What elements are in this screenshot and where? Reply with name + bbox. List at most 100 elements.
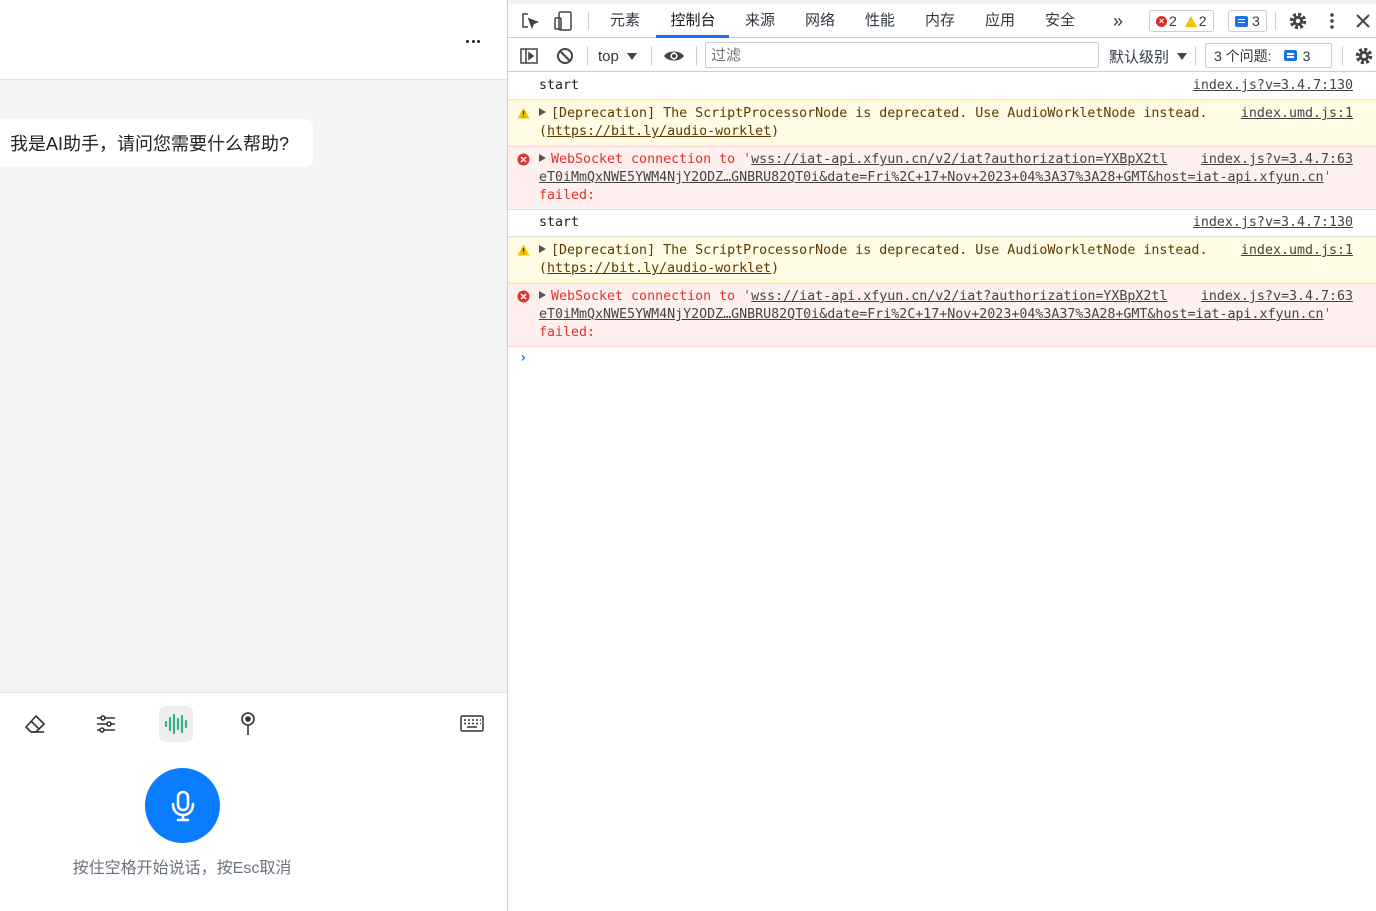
assistant-message-bubble: 我是AI助手，请问您需要什么帮助? xyxy=(0,119,314,167)
more-tabs-icon[interactable]: » xyxy=(1106,4,1130,38)
log-failed-text: failed: xyxy=(539,188,596,203)
tab-application[interactable]: 应用 xyxy=(980,4,1020,38)
log-source-link[interactable]: index.js?v=3.4.7:130 xyxy=(1187,214,1353,232)
tab-console[interactable]: 控制台 xyxy=(665,4,721,38)
console-output: start index.js?v=3.4.7:130 [Deprecation]… xyxy=(508,73,1376,371)
log-inline-link[interactable]: https://bit.ly/audio-worklet xyxy=(547,261,771,276)
chat-app: 我是AI助手，请问您需要什么帮助? 按住空格开始说话，按Esc取消 xyxy=(0,0,507,911)
tab-memory[interactable]: 内存 xyxy=(920,4,960,38)
expand-triangle-icon[interactable] xyxy=(539,245,546,253)
expand-triangle-icon[interactable] xyxy=(539,108,546,116)
websocket-url-link-cont[interactable]: eT0iMmQxNWE5YWM4NjY2ODZ…GNBRU82QT0i&date… xyxy=(539,307,1324,322)
log-source-link[interactable]: index.umd.js:1 xyxy=(1234,242,1353,260)
device-toolbar-icon[interactable] xyxy=(551,9,575,33)
toolbar-separator xyxy=(587,46,588,66)
log-level-value: 默认级别 xyxy=(1109,48,1170,66)
log-inline-link[interactable]: https://bit.ly/audio-worklet xyxy=(547,124,771,139)
error-warning-counter[interactable]: × 2 2 xyxy=(1149,10,1214,32)
inspect-element-icon[interactable] xyxy=(518,9,542,33)
devtools-tab-bar: 元素 控制台 来源 网络 性能 内存 应用 安全 » × 2 2 3 xyxy=(508,4,1376,38)
log-message: start xyxy=(539,215,580,230)
voice-wave-icon[interactable] xyxy=(159,706,193,742)
console-toolbar: top 默认级别 3 个问题: 3 xyxy=(508,39,1376,72)
customize-menu-icon[interactable] xyxy=(1322,9,1342,33)
log-message: [Deprecation] The ScriptProcessorNode is… xyxy=(551,106,1208,121)
tab-sources[interactable]: 来源 xyxy=(740,4,780,38)
context-selector[interactable]: top xyxy=(598,45,637,67)
close-devtools-icon[interactable] xyxy=(1351,9,1375,33)
log-failed-text: failed: xyxy=(539,325,596,340)
websocket-url-link[interactable]: wss://iat-api.xfyun.cn/v2/iat?authorizat… xyxy=(751,152,1167,167)
tab-security[interactable]: 安全 xyxy=(1040,4,1080,38)
keyboard-icon[interactable] xyxy=(455,706,489,742)
chat-header xyxy=(0,0,507,80)
console-prompt[interactable]: › xyxy=(508,347,1376,371)
tab-elements[interactable]: 元素 xyxy=(605,4,645,38)
chat-footer: 按住空格开始说话，按Esc取消 xyxy=(0,692,507,911)
settings-gear-icon[interactable] xyxy=(1286,9,1310,33)
log-message: start xyxy=(539,78,580,93)
expand-triangle-icon[interactable] xyxy=(539,154,546,162)
error-icon: × xyxy=(1156,15,1167,27)
log-message: [Deprecation] The ScriptProcessorNode is… xyxy=(551,243,1208,258)
issues-button[interactable]: 3 个问题: 3 xyxy=(1205,43,1332,68)
error-icon xyxy=(517,153,530,166)
tab-performance[interactable]: 性能 xyxy=(860,4,900,38)
message-counter[interactable]: 3 xyxy=(1228,10,1267,32)
warning-icon xyxy=(517,244,530,256)
log-source-link[interactable]: index.js?v=3.4.7:63 xyxy=(1194,288,1353,306)
expand-triangle-icon[interactable] xyxy=(539,291,546,299)
log-message-suffix: ' xyxy=(1323,307,1332,322)
eraser-icon[interactable] xyxy=(18,706,52,742)
message-icon xyxy=(1235,15,1248,27)
context-value: top xyxy=(598,47,619,65)
sliders-icon[interactable] xyxy=(89,706,123,742)
voice-hint-text: 按住空格开始说话，按Esc取消 xyxy=(72,860,292,877)
sidebar-toggle-icon[interactable] xyxy=(517,44,541,68)
live-expression-eye-icon[interactable] xyxy=(660,44,688,68)
toolbar-separator xyxy=(1195,46,1196,66)
warning-icon xyxy=(517,107,530,119)
issues-message-icon xyxy=(1283,50,1297,61)
log-row-warning: [Deprecation] The ScriptProcessorNode is… xyxy=(508,100,1376,146)
toolbar-separator xyxy=(651,46,652,66)
log-row-info: start index.js?v=3.4.7:130 xyxy=(508,210,1376,237)
microphone-icon xyxy=(171,790,194,821)
console-settings-gear-icon[interactable] xyxy=(1352,44,1376,68)
error-count: 2 xyxy=(1169,13,1177,29)
pin-icon[interactable] xyxy=(231,706,265,742)
error-icon xyxy=(517,290,530,303)
log-source-link[interactable]: index.js?v=3.4.7:130 xyxy=(1187,77,1353,95)
tab-network[interactable]: 网络 xyxy=(800,4,840,38)
active-tab-indicator xyxy=(656,35,729,38)
devtools-panel: 元素 控制台 来源 网络 性能 内存 应用 安全 » × 2 2 3 top 过… xyxy=(507,0,1376,911)
log-message-suffix: ' xyxy=(1323,170,1332,185)
prompt-chevron-icon: › xyxy=(519,350,528,366)
log-message-prefix: WebSocket connection to ' xyxy=(551,152,752,167)
log-row-info: start index.js?v=3.4.7:130 xyxy=(508,73,1376,100)
websocket-url-link-cont[interactable]: eT0iMmQxNWE5YWM4NjY2ODZ…GNBRU82QT0i&date… xyxy=(539,170,1324,185)
message-count: 3 xyxy=(1252,13,1260,29)
issues-label: 3 个问题: xyxy=(1214,47,1272,64)
chevron-down-icon xyxy=(626,52,637,60)
log-row-error: WebSocket connection to 'wss://iat-api.x… xyxy=(508,146,1376,210)
tab-separator xyxy=(1275,12,1276,30)
log-row-warning: [Deprecation] The ScriptProcessorNode is… xyxy=(508,237,1376,283)
chevron-down-icon xyxy=(1177,52,1188,60)
console-filter-input[interactable] xyxy=(705,42,1099,68)
log-source-link[interactable]: index.js?v=3.4.7:63 xyxy=(1194,151,1353,169)
log-row-error: WebSocket connection to 'wss://iat-api.x… xyxy=(508,283,1376,347)
tab-separator xyxy=(588,12,589,30)
websocket-url-link[interactable]: wss://iat-api.xfyun.cn/v2/iat?authorizat… xyxy=(751,289,1167,304)
warning-count: 2 xyxy=(1198,13,1207,29)
log-source-link[interactable]: index.umd.js:1 xyxy=(1234,105,1353,123)
warning-icon xyxy=(1184,15,1197,27)
toolbar-separator xyxy=(1342,46,1343,66)
microphone-button[interactable] xyxy=(145,768,220,843)
log-level-selector[interactable]: 默认级别 xyxy=(1109,45,1188,67)
clear-console-icon[interactable] xyxy=(553,44,577,68)
issues-count: 3 xyxy=(1302,47,1311,64)
log-message-prefix: WebSocket connection to ' xyxy=(551,289,752,304)
more-options-icon[interactable] xyxy=(460,28,486,54)
toolbar-separator xyxy=(696,46,697,66)
